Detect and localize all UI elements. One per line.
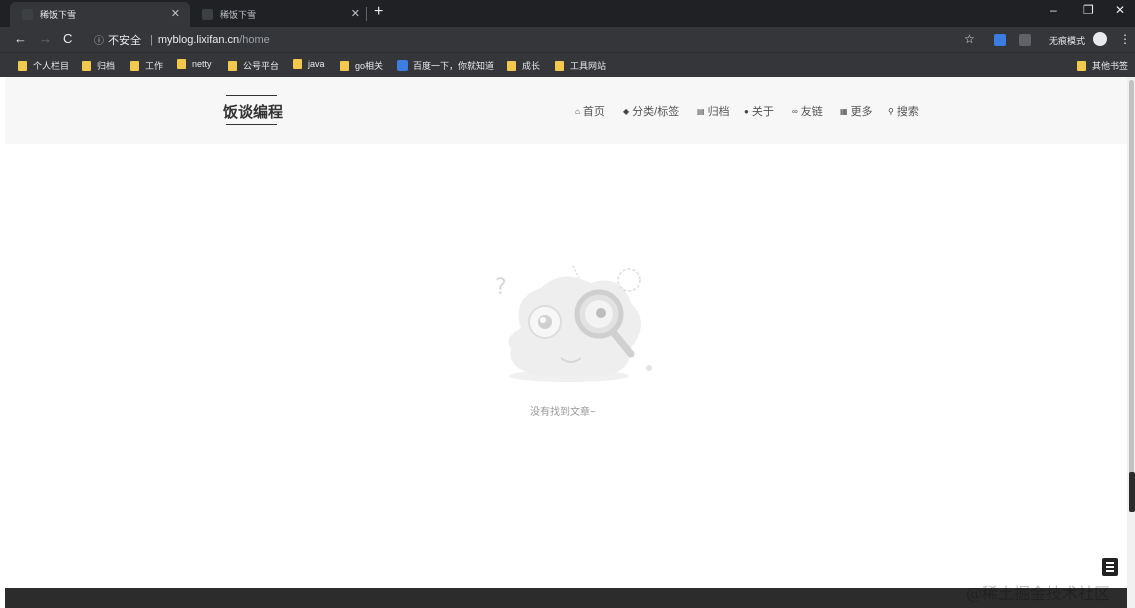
tab-close-icon[interactable]: ✕ — [171, 7, 180, 20]
security-label: 不安全 — [108, 34, 141, 47]
forward-button[interactable]: → — [39, 31, 52, 46]
nav-label: 更多 — [850, 106, 873, 118]
scrollbar-marker — [1129, 472, 1135, 512]
search-icon: ⚲ — [888, 106, 894, 116]
folder-icon — [18, 60, 27, 71]
info-icon[interactable]: ⓘ — [94, 32, 104, 47]
site-header: 饭谈编程 ⌂ 首页 ◆ 分类/标签 ▤ 归档 ● 关于 ∞ 友链 ▦ 更多 ⚲ 搜索 — [5, 77, 1127, 144]
scrollbar-thumb[interactable] — [1129, 80, 1134, 480]
tab-bar: 稀饭下雪 ✕ 稀饭下雪 ✕ + – ❐ ✕ — [0, 0, 1135, 27]
site-brand[interactable]: 饭谈编程 — [223, 101, 283, 122]
bookmark-label: 百度一下，你就知道 — [413, 61, 495, 71]
bookmark-item[interactable]: 公号平台 — [228, 59, 279, 72]
folder-icon — [293, 59, 302, 69]
bookmark-item[interactable]: 成长 — [507, 59, 540, 72]
nav-label: 搜索 — [896, 106, 919, 118]
bookmarks-bar: 个人栏目 归档 工作 netty 公号平台 java go相关 百度一下，你就知… — [0, 52, 1135, 77]
incognito-avatar-icon[interactable] — [1093, 32, 1107, 46]
archive-icon: ▤ — [697, 106, 705, 116]
address-host: myblog.lixifan.cn — [157, 33, 240, 46]
extension-icon[interactable] — [1019, 34, 1031, 46]
nav-categories[interactable]: ◆ 分类/标签 — [623, 103, 679, 119]
link-icon: ∞ — [792, 106, 798, 116]
folder-icon — [130, 60, 139, 71]
minimize-button[interactable]: – — [1050, 3, 1057, 17]
tab-separator — [366, 7, 367, 21]
nav-label: 友链 — [800, 106, 823, 118]
address-divider: | — [150, 33, 153, 46]
tab-active[interactable]: 稀饭下雪 ✕ — [10, 2, 190, 27]
maximize-button[interactable]: ❐ — [1083, 3, 1094, 17]
bookmark-item[interactable]: netty — [177, 59, 212, 69]
bookmark-label: 其他书签 — [1092, 61, 1129, 71]
close-window-button[interactable]: ✕ — [1115, 3, 1125, 17]
tab-close-icon[interactable]: ✕ — [351, 7, 360, 20]
nav-about[interactable]: ● 关于 — [744, 103, 774, 119]
baidu-icon — [397, 60, 408, 71]
nav-label: 分类/标签 — [632, 106, 680, 118]
bookmark-label: go相关 — [355, 61, 384, 71]
reload-button[interactable]: C — [63, 31, 72, 46]
bookmark-item[interactable]: go相关 — [340, 59, 383, 72]
bookmark-label: java — [308, 59, 325, 69]
tab-inactive[interactable]: 稀饭下雪 ✕ — [190, 2, 370, 27]
tab-title: 稀饭下雪 — [40, 10, 77, 20]
user-icon: ● — [744, 106, 749, 116]
folder-icon — [228, 60, 237, 71]
tab-favicon-icon — [22, 9, 33, 20]
bookmark-label: 工具网站 — [570, 61, 607, 71]
more-menu-icon[interactable]: ⋮ — [1119, 32, 1131, 46]
brand-bottom-line — [226, 124, 277, 125]
bookmark-label: 个人栏目 — [33, 61, 70, 71]
bookmark-item[interactable]: 归档 — [82, 59, 115, 72]
page-viewport: 饭谈编程 ⌂ 首页 ◆ 分类/标签 ▤ 归档 ● 关于 ∞ 友链 ▦ 更多 ⚲ 搜索 ? 没有… — [5, 77, 1127, 588]
nav-label: 关于 — [751, 106, 774, 118]
brand-top-line — [226, 95, 277, 96]
folder-icon — [555, 60, 564, 71]
home-icon: ⌂ — [575, 106, 580, 116]
tab-favicon-icon — [202, 9, 213, 20]
back-button[interactable]: ← — [14, 31, 27, 46]
svg-text:?: ? — [495, 275, 507, 300]
folder-icon — [1077, 60, 1086, 71]
folder-icon — [507, 60, 516, 71]
empty-state-illustration: ? — [495, 265, 652, 382]
other-bookmarks[interactable]: 其他书签 — [1077, 59, 1128, 72]
bookmark-item[interactable]: 工作 — [130, 59, 163, 72]
browser-toolbar: ← → C ⓘ 不安全 | myblog.lixifan.cn /home ☆ … — [0, 27, 1135, 52]
bookmark-item[interactable]: java — [293, 59, 325, 69]
folder-icon — [82, 60, 91, 71]
watermark: @稀土掘金技术社区 — [966, 584, 1111, 603]
nav-links[interactable]: ∞ 友链 — [792, 103, 823, 119]
bookmark-item[interactable]: 个人栏目 — [18, 59, 69, 72]
tag-icon: ◆ — [623, 106, 630, 116]
bookmark-item[interactable]: 工具网站 — [555, 59, 606, 72]
nav-label: 归档 — [707, 106, 730, 118]
bookmark-label: 归档 — [97, 61, 116, 71]
bookmark-label: netty — [192, 59, 212, 69]
star-icon[interactable]: ☆ — [964, 32, 975, 46]
bookmark-label: 成长 — [522, 61, 541, 71]
toc-menu-button[interactable] — [1102, 558, 1118, 576]
bookmark-label: 公号平台 — [243, 61, 280, 71]
tab-title: 稀饭下雪 — [220, 10, 257, 20]
folder-icon — [340, 60, 349, 71]
site-footer — [5, 588, 1127, 608]
folder-icon — [177, 59, 186, 69]
incognito-label[interactable]: 无痕模式 — [1049, 34, 1085, 47]
bookmark-item[interactable]: 百度一下，你就知道 — [397, 59, 494, 72]
browser-chrome: 稀饭下雪 ✕ 稀饭下雪 ✕ + – ❐ ✕ ← → C ⓘ 不安全 | mybl… — [0, 0, 1135, 77]
address-path: /home — [239, 33, 270, 46]
grid-icon: ▦ — [840, 106, 848, 116]
empty-state-message: 没有找到文章~ — [530, 407, 596, 418]
nav-home[interactable]: ⌂ 首页 — [575, 103, 605, 119]
nav-more[interactable]: ▦ 更多 — [840, 103, 873, 119]
nav-search[interactable]: ⚲ 搜索 — [888, 103, 919, 119]
extension-icon[interactable] — [994, 34, 1006, 46]
new-tab-button[interactable]: + — [374, 3, 383, 21]
address-bar[interactable]: ⓘ 不安全 | myblog.lixifan.cn /home — [86, 29, 1135, 50]
nav-label: 首页 — [582, 106, 605, 118]
bookmark-label: 工作 — [145, 61, 164, 71]
nav-archive[interactable]: ▤ 归档 — [697, 103, 730, 119]
